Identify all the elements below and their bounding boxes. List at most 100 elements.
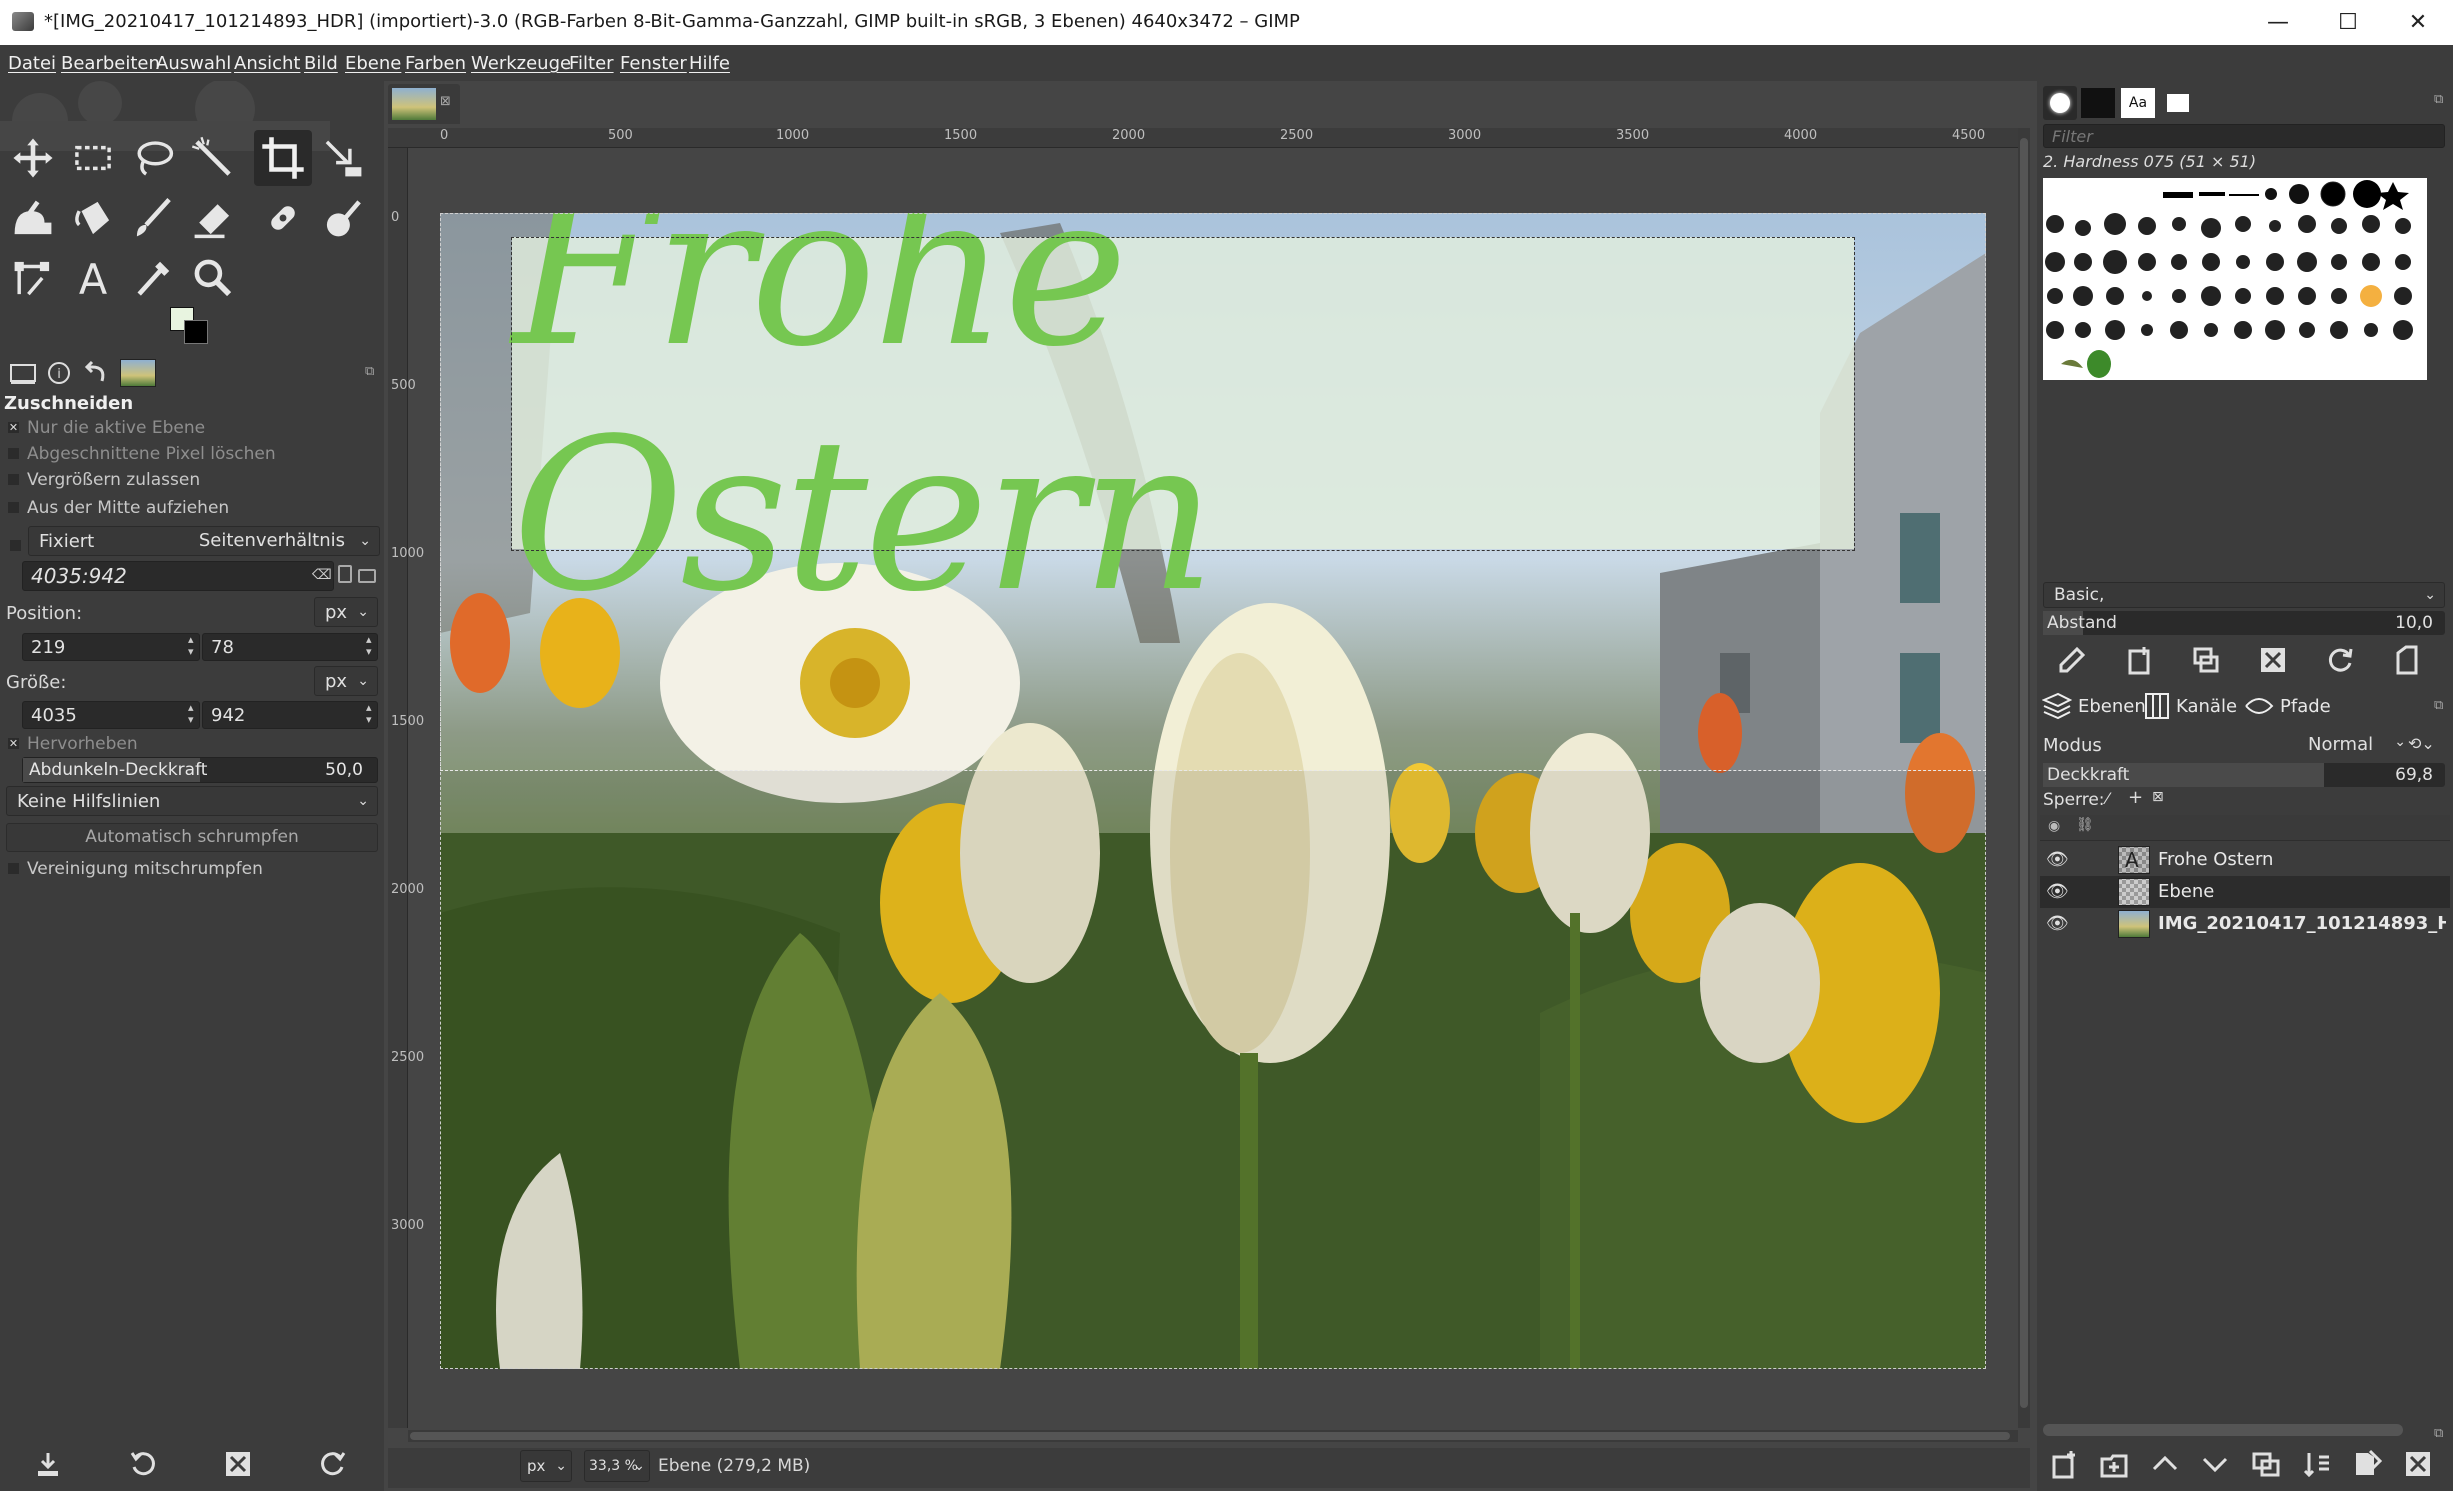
rect-select-tool-icon[interactable] <box>64 130 122 186</box>
mode-dropdown[interactable]: Normal ⌄ <box>2300 732 2410 760</box>
clear-ratio-icon[interactable]: ⌫ <box>312 567 332 583</box>
aspect-ratio-input[interactable]: 4035:942 <box>22 561 334 591</box>
tab-paths[interactable]: Pfade <box>2244 690 2331 722</box>
close-button[interactable]: ✕ <box>2383 0 2453 45</box>
device-status-tab-icon[interactable]: i <box>44 359 74 387</box>
zoom-tool-icon[interactable] <box>184 250 242 306</box>
horizontal-scrollbar-thumb[interactable] <box>410 1432 2010 1440</box>
menu-bearbeiten[interactable]: Bearbeiten <box>61 53 160 74</box>
save-tool-preset-icon[interactable] <box>26 1442 70 1486</box>
warp-tool-icon[interactable] <box>4 190 62 246</box>
horizontal-scrollbar[interactable] <box>408 1430 2018 1442</box>
shrink-merged-checkbox[interactable] <box>8 862 19 874</box>
position-x-input[interactable]: 219 <box>22 633 200 661</box>
darken-opacity-slider[interactable]: Abdunkeln-Deckkraft 50,0 <box>22 757 378 783</box>
position-unit-dropdown[interactable]: px ⌄ <box>314 597 378 627</box>
menu-bild[interactable]: Bild <box>304 53 338 74</box>
smudge-tool-icon[interactable] <box>314 190 372 246</box>
only-active-layer-checkbox[interactable]: ✕ <box>8 421 19 433</box>
opacity-slider[interactable]: Deckkraft 69,8 <box>2043 763 2445 787</box>
height-input[interactable]: 942 <box>202 701 378 729</box>
brush-as-image-icon[interactable] <box>2385 638 2429 682</box>
delete-cropped-option[interactable]: Abgeschnittene Pixel löschen <box>8 444 276 464</box>
menu-farben[interactable]: Farben <box>405 53 466 74</box>
position-y-input[interactable]: 78 <box>202 633 378 661</box>
gradients-tab[interactable] <box>2161 88 2195 118</box>
menu-ebene[interactable]: Ebene <box>345 53 401 74</box>
delete-layer-icon[interactable] <box>2396 1442 2440 1486</box>
lock-alpha-icon[interactable]: ⊠ <box>2152 789 2164 805</box>
duplicate-brush-icon[interactable] <box>2184 638 2228 682</box>
dock-menu-icon[interactable]: ⧉ <box>2434 698 2443 713</box>
fixed-checkbox[interactable] <box>10 540 21 551</box>
lock-pixels-icon[interactable]: ⁄ <box>2106 789 2109 808</box>
menu-auswahl[interactable]: Auswahl <box>156 53 231 74</box>
layer-row[interactable]: 👁 IMG_20210417_101214893_HD <box>2040 908 2450 940</box>
layer-mask-icon[interactable] <box>2345 1442 2389 1486</box>
background-color-swatch[interactable] <box>184 320 208 344</box>
unit-dropdown[interactable]: px ⌄ <box>520 1450 572 1482</box>
eye-icon[interactable]: 👁 <box>2046 881 2069 902</box>
menu-fenster[interactable]: Fenster <box>620 53 687 74</box>
bucket-fill-tool-icon[interactable] <box>64 190 122 246</box>
image-tab[interactable]: ⊠ <box>388 84 460 124</box>
delete-cropped-checkbox[interactable] <box>8 447 19 459</box>
size-unit-dropdown[interactable]: px ⌄ <box>314 666 378 696</box>
new-layer-group-icon[interactable] <box>2092 1442 2136 1486</box>
refresh-brushes-icon[interactable] <box>2318 638 2362 682</box>
horizontal-ruler[interactable]: 0 500 1000 1500 2000 2500 3000 3500 4000… <box>388 128 2030 148</box>
lock-position-icon[interactable]: + <box>2128 787 2143 808</box>
vertical-scrollbar-thumb[interactable] <box>2020 138 2028 1408</box>
allow-growing-checkbox[interactable] <box>8 473 19 485</box>
fonts-tab[interactable]: Aa <box>2121 88 2155 118</box>
restore-tool-preset-icon[interactable] <box>121 1442 165 1486</box>
layers-scrollbar[interactable] <box>2043 1424 2403 1436</box>
menu-datei[interactable]: Datei <box>8 53 56 74</box>
delete-tool-preset-icon[interactable] <box>216 1442 260 1486</box>
fixed-mode-dropdown[interactable]: Fixiert Seitenverhältnis ⌄ <box>28 526 380 556</box>
height-spinner[interactable]: ▴ ▾ <box>366 702 372 726</box>
move-tool-icon[interactable] <box>4 130 62 186</box>
path-tool-icon[interactable] <box>4 250 62 306</box>
vertical-scrollbar[interactable] <box>2018 128 2030 1428</box>
guides-dropdown[interactable]: Keine Hilfslinien ⌄ <box>6 786 378 816</box>
new-layer-icon[interactable] <box>2042 1442 2086 1486</box>
portrait-icon[interactable] <box>338 565 352 583</box>
minimize-button[interactable]: — <box>2243 0 2313 45</box>
landscape-icon[interactable] <box>358 569 376 583</box>
duplicate-layer-icon[interactable] <box>2244 1442 2288 1486</box>
dock-menu-icon[interactable]: ⧉ <box>2434 1426 2443 1441</box>
menu-filter[interactable]: Filter <box>569 53 614 74</box>
menu-hilfe[interactable]: Hilfe <box>689 53 730 74</box>
brush-filter-input[interactable]: Filter <box>2043 124 2445 148</box>
tab-channels[interactable]: Kanäle <box>2144 690 2237 722</box>
auto-shrink-button[interactable]: Automatisch schrumpfen <box>6 823 378 852</box>
patterns-tab[interactable] <box>2081 88 2115 118</box>
layer-row-selected[interactable]: 👁 Ebene <box>2040 876 2450 908</box>
eraser-tool-icon[interactable] <box>184 190 242 246</box>
images-tab-thumbnail[interactable] <box>120 359 156 387</box>
maximize-button[interactable]: ☐ <box>2313 0 2383 45</box>
position-x-spinner[interactable]: ▴ ▾ <box>188 634 194 658</box>
crop-tool-icon[interactable] <box>254 130 312 186</box>
only-active-layer-option[interactable]: ✕ Nur die aktive Ebene <box>8 418 205 438</box>
fuzzy-select-tool-icon[interactable] <box>184 130 242 186</box>
lower-layer-icon[interactable] <box>2193 1442 2237 1486</box>
unified-transform-tool-icon[interactable] <box>314 130 372 186</box>
width-spinner[interactable]: ▴ ▾ <box>188 702 194 726</box>
position-y-spinner[interactable]: ▴ ▾ <box>366 634 372 658</box>
vertical-ruler[interactable]: 0 500 1000 1500 2000 2500 3000 <box>388 148 424 1428</box>
shrink-merged-option[interactable]: Vereinigung mitschrumpfen <box>8 859 263 879</box>
expand-center-option[interactable]: Aus der Mitte aufziehen <box>8 498 229 518</box>
eye-icon[interactable]: 👁 <box>2046 913 2069 934</box>
brush-spacing-slider[interactable]: Abstand 10,0 <box>2043 611 2445 635</box>
undo-history-tab-icon[interactable] <box>80 359 110 387</box>
switch-mode-icon[interactable]: ⟲⌄ <box>2408 734 2435 753</box>
reset-tool-options-icon[interactable] <box>311 1442 355 1486</box>
allow-growing-option[interactable]: Vergrößern zulassen <box>8 470 200 490</box>
text-tool-icon[interactable]: A <box>64 250 122 306</box>
raise-layer-icon[interactable] <box>2143 1442 2187 1486</box>
brush-grid[interactable] <box>2043 178 2427 380</box>
tab-layers[interactable]: Ebenen <box>2042 690 2146 722</box>
highlight-option[interactable]: ✕ Hervorheben <box>8 734 138 754</box>
